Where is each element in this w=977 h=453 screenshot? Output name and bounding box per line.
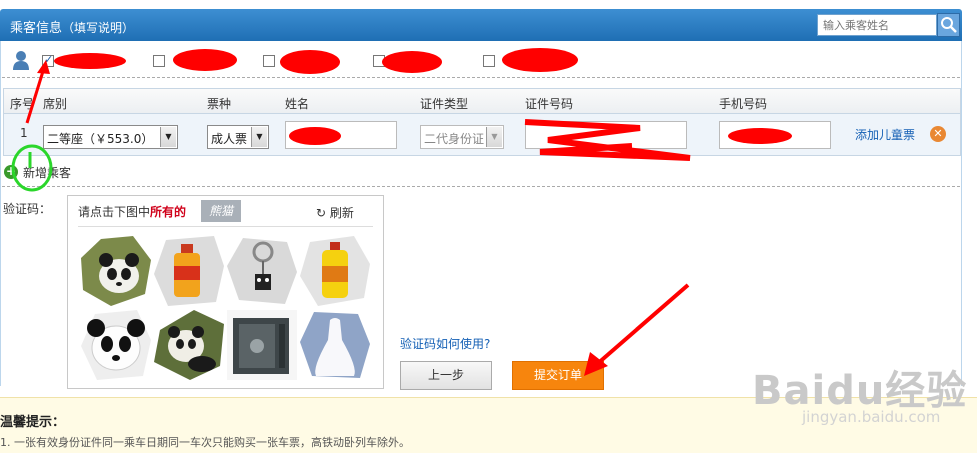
col-name: 姓名 [285,97,310,111]
tips-title: 温馨提示： [0,415,66,430]
col-id-number: 证件号码 [525,97,574,111]
person-icon [13,51,29,70]
passenger-search-input[interactable] [817,14,937,36]
add-child-ticket-link[interactable]: 添加儿童票 [855,126,915,143]
passenger-checkbox-2[interactable] [153,55,165,67]
id-number-input[interactable] [525,121,687,149]
table-row: 1 二等座（￥553.0） ▼ 成人票 ▼ 二代身份证 ▼ 添加儿童票 ✕ [4,114,960,155]
captcha-tile-oil-bottle[interactable] [300,236,370,306]
refresh-icon: ↻ [316,206,327,220]
col-ticket-type: 票种 [207,97,232,111]
frequent-passenger-list [12,48,612,74]
chevron-down-icon: ▼ [486,127,502,147]
passenger-checkbox-1[interactable] [42,53,54,67]
refresh-label: 刷新 [329,206,354,220]
search-icon [941,17,957,33]
captcha-tile-panda[interactable] [81,310,151,380]
ticket-type-select[interactable]: 成人票 ▼ [207,125,269,149]
id-type-select[interactable]: 二代身份证 ▼ [420,125,504,149]
add-passenger-label: 新增乘客 [23,166,72,180]
chevron-down-icon: ▼ [251,127,267,147]
name-input[interactable] [285,121,397,149]
previous-step-button[interactable]: 上一步 [400,361,492,390]
panel-title-text: 乘客信息 [10,21,63,36]
phone-input[interactable] [719,121,831,149]
captcha-tile-panda[interactable] [154,310,224,380]
captcha-divider [78,226,373,227]
passenger-checkbox-3[interactable] [263,55,275,67]
captcha-tile-wedding-dress[interactable] [300,310,370,380]
captcha-box: 请点击下图中所有的 熊猫 ↻ 刷新 [67,195,384,389]
captcha-prompt: 请点击下图中所有的 [78,203,186,220]
id-type-value: 二代身份证 [424,132,485,146]
seat-select-value: 二等座（￥553.0） [47,132,154,146]
captcha-refresh-button[interactable]: ↻ 刷新 [316,204,354,221]
seat-select[interactable]: 二等座（￥553.0） ▼ [43,125,178,149]
captcha-prompt-text: 请点击下图中 [78,205,151,219]
col-seat: 席别 [43,97,68,111]
panel-title: 乘客信息（填写说明） [10,17,134,36]
plus-icon: + [4,164,18,179]
captcha-tile-panda[interactable] [81,236,151,306]
passenger-checkbox-5[interactable] [483,55,495,67]
search-button[interactable] [937,13,960,37]
col-phone: 手机号码 [719,97,768,111]
divider [2,186,960,187]
divider [2,77,960,78]
fill-instructions-link[interactable]: （填写说明） [62,21,134,35]
captcha-tile-keychain[interactable] [227,236,297,306]
passenger-table: 序号 席别 票种 姓名 证件类型 证件号码 手机号码 1 二等座（￥553.0）… [3,88,961,156]
passenger-checkbox-4[interactable] [373,55,385,67]
submit-order-button[interactable]: 提交订单 [512,361,604,390]
row-index: 1 [20,126,28,140]
captcha-tile-oil-bottle[interactable] [154,236,224,306]
ticket-type-value: 成人票 [211,132,248,146]
captcha-prompt-highlight: 所有的 [150,205,187,219]
baidu-watermark-url: jingyan.baidu.com [802,408,941,426]
tips-line-1: 1. 一张有效身份证件同一乘车日期同一车次只能购买一张车票，高铁动卧列车除外。 [0,436,410,449]
remove-passenger-icon[interactable]: ✕ [930,126,946,142]
chevron-down-icon: ▼ [160,127,176,147]
captcha-label: 验证码： [3,202,52,216]
captcha-target-word: 熊猫 [201,200,241,222]
add-passenger-button[interactable]: + 新增乘客 [2,163,122,181]
col-id-type: 证件类型 [420,97,469,111]
col-index: 序号 [10,97,35,111]
table-header: 序号 席别 票种 姓名 证件类型 证件号码 手机号码 [4,89,960,114]
captcha-tile-safe[interactable] [227,310,297,380]
captcha-help-link[interactable]: 验证码如何使用? [400,335,490,352]
